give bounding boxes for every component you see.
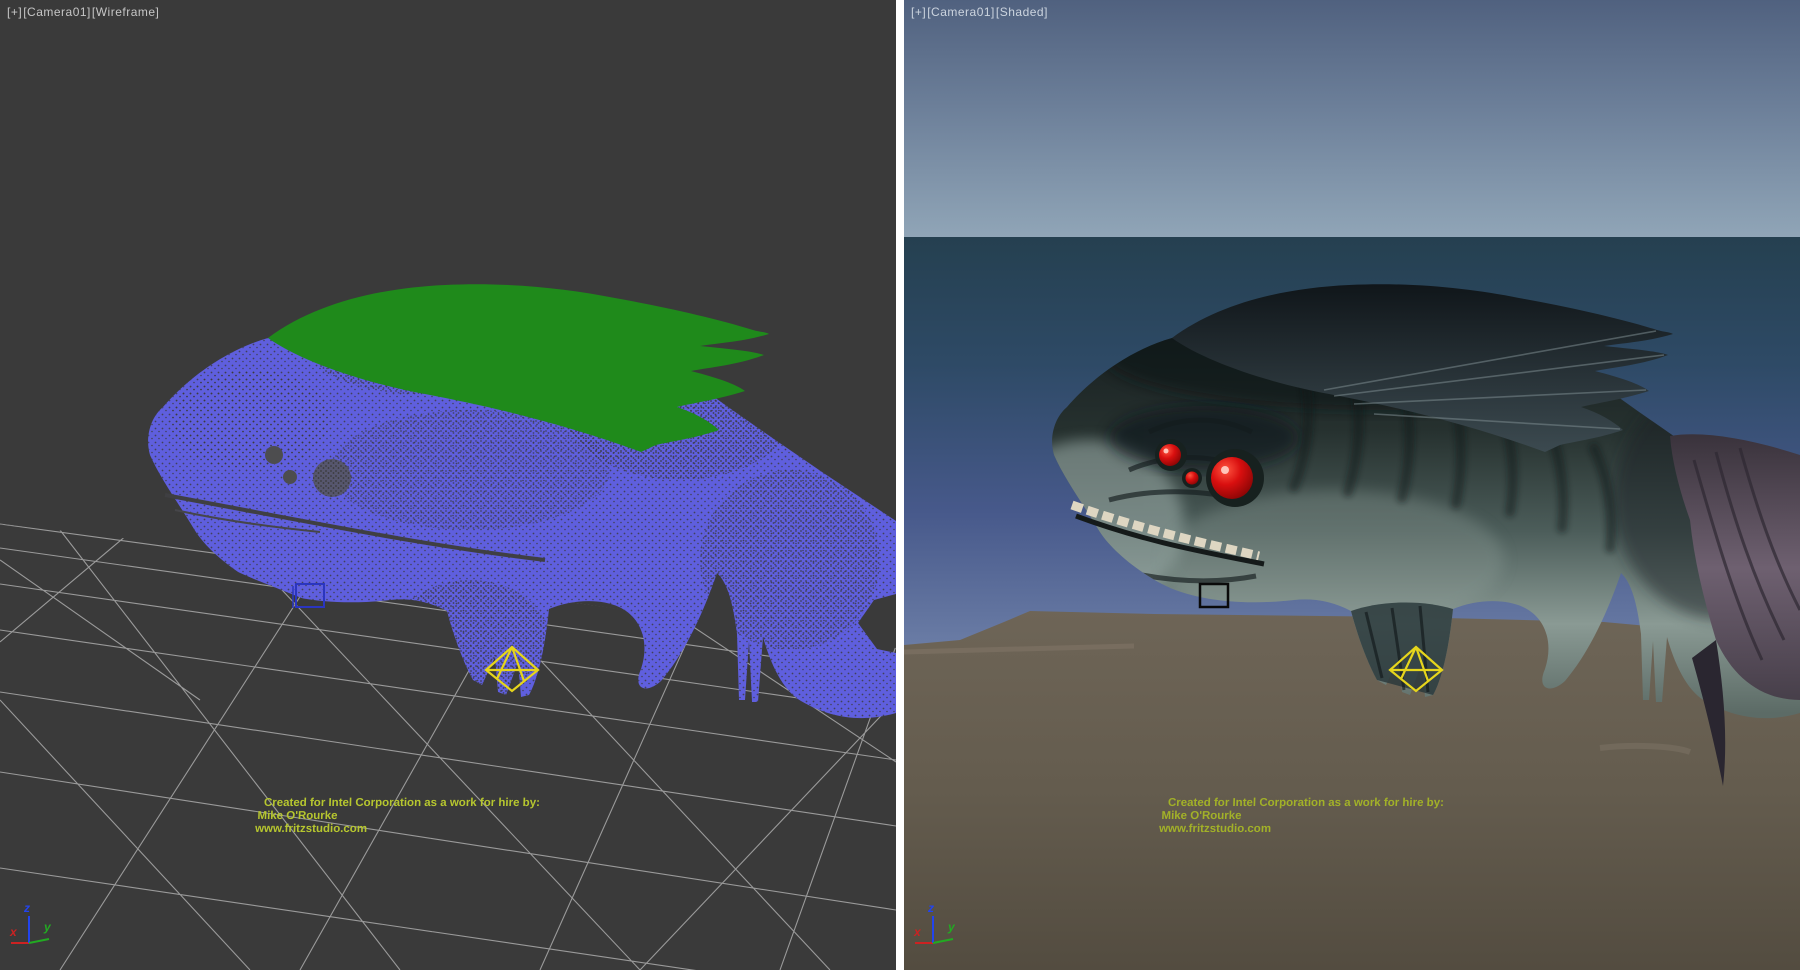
axis-z-label-shaded: z	[927, 901, 934, 915]
dual-viewport-canvas: Created for Intel Corporation as a work …	[0, 0, 1800, 978]
viewport-shaded[interactable]: Created for Intel Corporation as a work …	[904, 0, 1800, 970]
credit-line-3: www.fritzstudio.com	[254, 823, 367, 835]
credit-line-3-shaded: www.fritzstudio.com	[1158, 823, 1271, 835]
axis-x-label: x	[9, 925, 18, 939]
viewport-wireframe[interactable]: Created for Intel Corporation as a work …	[0, 0, 896, 970]
sky	[904, 0, 1800, 237]
viewport-label-shaded: [+][Camera01][Shaded]	[911, 5, 1049, 19]
viewport-menu-pov[interactable]: [Camera01]	[23, 5, 91, 19]
credit-line-2-shaded: Mike O'Rourke	[1161, 810, 1241, 822]
credit-line-2: Mike O'Rourke	[257, 810, 337, 822]
fish-eye-large-stipple	[313, 459, 351, 497]
viewport-divider[interactable]	[896, 0, 904, 970]
fish-eye-tiny	[283, 470, 297, 484]
viewport-menu-shading[interactable]: [Wireframe]	[92, 5, 160, 19]
axis-x-label-shaded: x	[913, 925, 922, 939]
fish-eye-small	[265, 446, 283, 464]
viewport-stage: Created for Intel Corporation as a work …	[0, 0, 1800, 970]
ground-terrain	[904, 611, 1800, 970]
axis-y-label-shaded: y	[947, 920, 956, 934]
credit-line-1-shaded: Created for Intel Corporation as a work …	[1168, 797, 1444, 809]
viewport-menu-shading-right[interactable]: [Shaded]	[996, 5, 1048, 19]
viewport-menu-general[interactable]: [+]	[7, 5, 22, 19]
axis-z-label: z	[23, 901, 30, 915]
axis-y-label: y	[43, 920, 52, 934]
viewport-menu-general-right[interactable]: [+]	[911, 5, 926, 19]
viewport-label-wireframe: [+][Camera01][Wireframe]	[7, 5, 160, 19]
viewport-menu-pov-right[interactable]: [Camera01]	[927, 5, 995, 19]
credit-line-1: Created for Intel Corporation as a work …	[264, 797, 540, 809]
